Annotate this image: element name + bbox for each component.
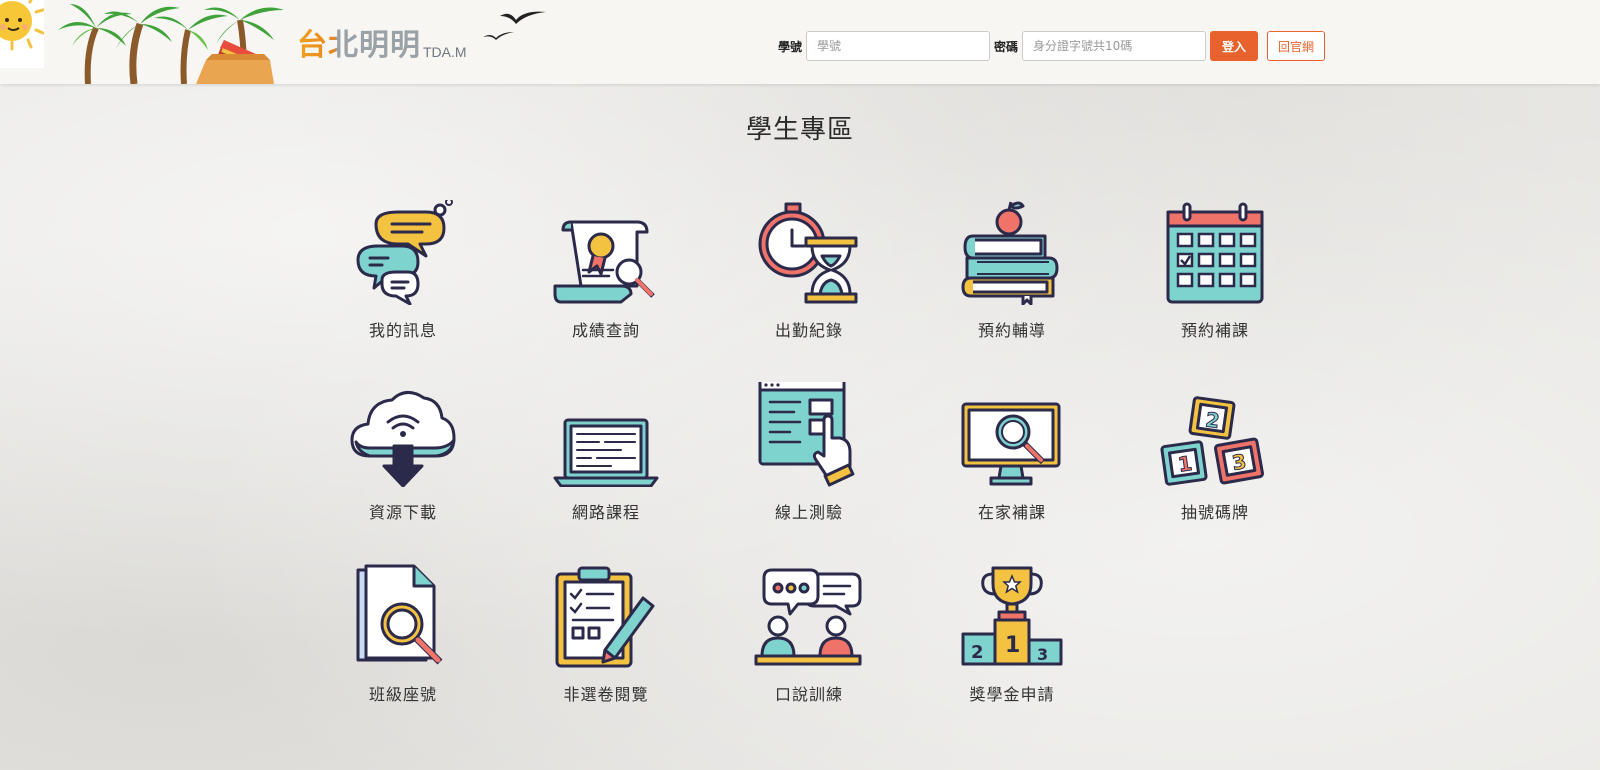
tile-queue-number[interactable]: 2 1 3 抽號碼牌 — [1115, 382, 1315, 523]
brand-logo[interactable]: 台北明明 TDA.M — [297, 24, 467, 64]
top-bar: 台北明明 TDA.M 學號 密碼 登入 回官網 — [0, 0, 1600, 84]
tile-label: 獎學金申請 — [969, 685, 1055, 704]
number-blocks-icon: 2 1 3 — [1160, 396, 1265, 486]
svg-text:2: 2 — [971, 642, 984, 663]
tile-resource-download[interactable]: 資源下載 — [303, 382, 503, 523]
tile-label: 預約輔導 — [977, 321, 1046, 340]
tile-scholarship-application[interactable]: 1 2 3 獎學金申請 — [912, 564, 1112, 705]
tile-label: 在家補課 — [977, 503, 1046, 522]
tile-book-makeup-class[interactable]: 預約補課 — [1115, 200, 1315, 341]
palm-trees-icon — [58, 4, 284, 84]
checklist-pencil-icon — [555, 566, 655, 668]
tile-label: 預約補課 — [1180, 321, 1249, 340]
student-id-input[interactable] — [806, 31, 991, 61]
calendar-icon — [1166, 202, 1264, 304]
tile-label: 資源下載 — [368, 503, 437, 522]
tile-grade-query[interactable]: 成績查詢 — [506, 200, 706, 341]
student-id-label: 學號 — [778, 39, 803, 54]
password-input[interactable] — [1022, 31, 1207, 61]
tile-label: 出勤紀錄 — [774, 321, 843, 340]
login-form: 學號 密碼 登入 回官網 — [778, 31, 1326, 61]
tile-label: 成績查詢 — [571, 321, 640, 340]
tile-label: 非選卷閱覽 — [563, 685, 649, 704]
tile-online-test[interactable]: 線上測驗 — [709, 382, 909, 523]
tile-class-seat-number[interactable]: 班級座號 — [303, 564, 503, 705]
home-button[interactable]: 回官網 — [1267, 31, 1326, 61]
conversation-icon — [754, 568, 862, 666]
tile-label: 我的訊息 — [368, 321, 437, 340]
laptop-icon — [553, 418, 659, 487]
brand-name: 台北明明 — [297, 29, 421, 62]
cloud-download-icon — [350, 391, 456, 487]
svg-text:1: 1 — [1005, 633, 1020, 658]
trophy-podium-icon: 1 2 3 — [961, 566, 1063, 666]
tile-my-messages[interactable]: 我的訊息 — [303, 200, 503, 341]
web-click-icon — [758, 382, 855, 487]
tile-speaking-training[interactable]: 口說訓練 — [709, 564, 909, 705]
books-apple-icon — [961, 201, 1059, 305]
tile-label: 班級座號 — [368, 685, 437, 704]
tile-label: 網路課程 — [571, 503, 640, 522]
tile-written-answer-review[interactable]: 非選卷閱覽 — [506, 564, 706, 705]
password-label: 密碼 — [994, 39, 1019, 54]
document-search-icon — [356, 564, 443, 665]
tile-book-tutoring[interactable]: 預約輔導 — [912, 200, 1112, 341]
sun-icon — [0, 0, 44, 68]
certificate-search-icon — [553, 220, 655, 304]
chat-bubbles-icon — [356, 200, 453, 305]
tile-label: 口說訓練 — [774, 685, 843, 704]
login-button[interactable]: 登入 — [1210, 31, 1259, 61]
monitor-search-icon — [961, 402, 1061, 486]
birds-icon — [484, 11, 546, 40]
tile-attendance[interactable]: 出勤紀錄 — [709, 200, 909, 341]
tile-home-makeup-class[interactable]: 在家補課 — [912, 382, 1112, 523]
tile-label: 線上測驗 — [774, 503, 843, 522]
page-title: 學生專區 — [745, 115, 854, 145]
svg-text:3: 3 — [1037, 645, 1048, 664]
tile-label: 抽號碼牌 — [1180, 503, 1249, 522]
clock-hourglass-icon — [758, 202, 858, 304]
brand-english: TDA.M — [423, 44, 467, 60]
tile-online-course[interactable]: 網路課程 — [506, 382, 706, 523]
